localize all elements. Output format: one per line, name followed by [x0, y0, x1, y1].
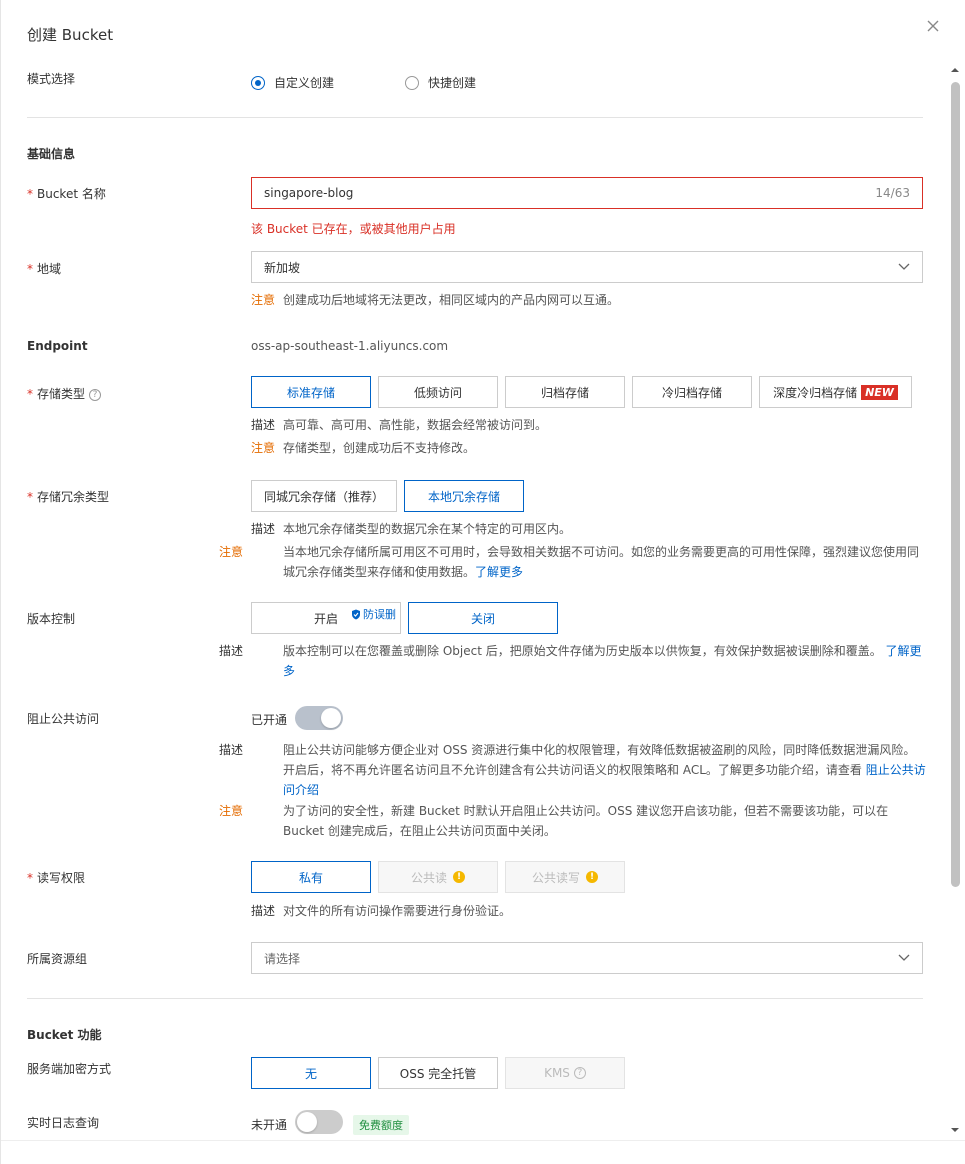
- block-public-label: 阻止公共访问: [27, 712, 100, 726]
- versioning-on-button[interactable]: 开启 防误删: [251, 602, 401, 634]
- region-value: 新加坡: [264, 260, 301, 275]
- realtime-log-state: 未开通: [251, 1118, 288, 1132]
- chevron-down-icon: [898, 263, 910, 270]
- endpoint-value: oss-ap-southeast-1.aliyuncs.com: [251, 339, 449, 353]
- free-quota-badge: 免费额度: [353, 1115, 409, 1135]
- warning-icon: !: [453, 871, 465, 883]
- storage-class-standard[interactable]: 标准存储: [251, 376, 371, 408]
- storage-class-note: 注意 存储类型，创建成功后不支持修改。: [251, 441, 476, 455]
- resource-group-label: 所属资源组: [27, 952, 88, 966]
- footer-bar: [1, 1140, 965, 1164]
- divider: [27, 998, 923, 999]
- create-bucket-dialog: 创建 Bucket 模式选择 自定义创建 快捷创建 基础信息 * Bucket 名…: [0, 0, 965, 1164]
- encryption-kms: KMS?: [505, 1057, 625, 1089]
- radio-quick-create[interactable]: 快捷创建: [405, 74, 476, 91]
- close-icon[interactable]: [925, 18, 941, 34]
- radio-custom-create[interactable]: 自定义创建: [251, 74, 334, 91]
- acl-public-read-write: 公共读写!: [505, 861, 625, 893]
- scroll-down-icon[interactable]: [951, 1126, 959, 1134]
- chevron-down-icon: [898, 954, 910, 961]
- toggle-knob: [297, 1112, 317, 1132]
- resource-group-placeholder: 请选择: [264, 951, 301, 966]
- section-bucket-features: Bucket 功能: [27, 1028, 102, 1042]
- encryption-oss-managed[interactable]: OSS 完全托管: [378, 1057, 498, 1089]
- mode-label: 模式选择: [27, 72, 76, 86]
- redundancy-zrs[interactable]: 同城冗余存储（推荐）: [251, 480, 397, 512]
- bucket-name-count: 14/63: [875, 186, 910, 200]
- block-public-toggle[interactable]: [295, 706, 343, 730]
- versioning-desc: 描述 版本控制可以在您覆盖或删除 Object 后，把原始文件存储为历史版本以供恢…: [219, 644, 922, 678]
- deep-cold-archive-label: 深度冷归档存储: [773, 385, 858, 400]
- acl-private[interactable]: 私有: [251, 861, 371, 893]
- redundancy-note: 注意 当本地冗余存储所属可用区不可用时，会导致相关数据不可访问。如您的业务需要更高…: [219, 545, 920, 579]
- storage-class-ia[interactable]: 低频访问: [378, 376, 498, 408]
- versioning-label: 版本控制: [27, 612, 76, 626]
- radio-dot-icon: [251, 75, 265, 90]
- realtime-log-label: 实时日志查询: [27, 1116, 100, 1130]
- warning-icon: !: [586, 871, 598, 883]
- scrollbar-thumb[interactable]: [951, 82, 960, 887]
- region-label: * 地域: [27, 262, 62, 276]
- endpoint-label: Endpoint: [27, 339, 88, 353]
- section-basic-info: 基础信息: [27, 147, 76, 161]
- toggle-knob: [321, 708, 341, 728]
- radio-custom-create-label: 自定义创建: [274, 76, 335, 90]
- divider: [27, 117, 923, 118]
- versioning-on-label: 开启: [313, 611, 338, 626]
- versioning-shield: 防误删: [351, 606, 396, 622]
- region-select[interactable]: 新加坡: [251, 251, 923, 283]
- versioning-off-button[interactable]: 关闭: [408, 602, 558, 634]
- block-public-state: 已开通: [251, 713, 288, 727]
- storage-class-desc: 描述 高可靠、高可用、高性能，数据会经常被访问到。: [251, 418, 548, 432]
- help-icon: ?: [573, 1067, 586, 1079]
- storage-class-archive[interactable]: 归档存储: [505, 376, 625, 408]
- redundancy-label: * 存储冗余类型: [27, 490, 110, 504]
- redundancy-learn-more-link[interactable]: 了解更多: [475, 565, 523, 579]
- acl-label: * 读写权限: [27, 871, 86, 885]
- storage-class-deep-cold-archive[interactable]: 深度冷归档存储 NEW: [759, 376, 912, 408]
- realtime-log-toggle[interactable]: [295, 1110, 343, 1134]
- new-badge: NEW: [861, 384, 898, 400]
- acl-desc: 描述 对文件的所有访问操作需要进行身份验证。: [251, 904, 512, 918]
- help-icon: ?: [89, 388, 102, 401]
- radio-dot-icon: [405, 75, 419, 90]
- shield-icon: [352, 609, 360, 619]
- resource-group-select[interactable]: 请选择: [251, 942, 923, 974]
- radio-quick-create-label: 快捷创建: [428, 76, 477, 90]
- storage-class-label: * 存储类型?: [27, 385, 102, 402]
- scroll-up-icon[interactable]: [951, 66, 959, 74]
- region-note: 注意 创建成功后地域将无法更改，相同区域内的产品内网可以互通。: [251, 293, 620, 307]
- bucket-name-value: singapore-blog: [264, 186, 354, 200]
- block-public-note: 注意 为了访问的安全性，新建 Bucket 时默认开启阻止公共访问。OSS 建议您…: [219, 804, 889, 838]
- encryption-label: 服务端加密方式: [27, 1062, 112, 1076]
- block-public-desc: 描述 阻止公共访问能够方便企业对 OSS 资源进行集中化的权限管理，有效降低数据被…: [219, 743, 926, 797]
- dialog-title: 创建 Bucket: [27, 26, 114, 44]
- encryption-none[interactable]: 无: [251, 1057, 371, 1089]
- bucket-name-error: 该 Bucket 已存在，或被其他用户占用: [251, 222, 456, 236]
- bucket-name-input[interactable]: singapore-blog 14/63: [251, 177, 923, 209]
- redundancy-lrs[interactable]: 本地冗余存储: [404, 480, 524, 512]
- redundancy-desc: 描述 本地冗余存储类型的数据冗余在某个特定的可用区内。: [251, 522, 572, 536]
- bucket-name-label: * Bucket 名称: [27, 187, 106, 201]
- acl-public-read: 公共读!: [378, 861, 498, 893]
- storage-class-cold-archive[interactable]: 冷归档存储: [632, 376, 752, 408]
